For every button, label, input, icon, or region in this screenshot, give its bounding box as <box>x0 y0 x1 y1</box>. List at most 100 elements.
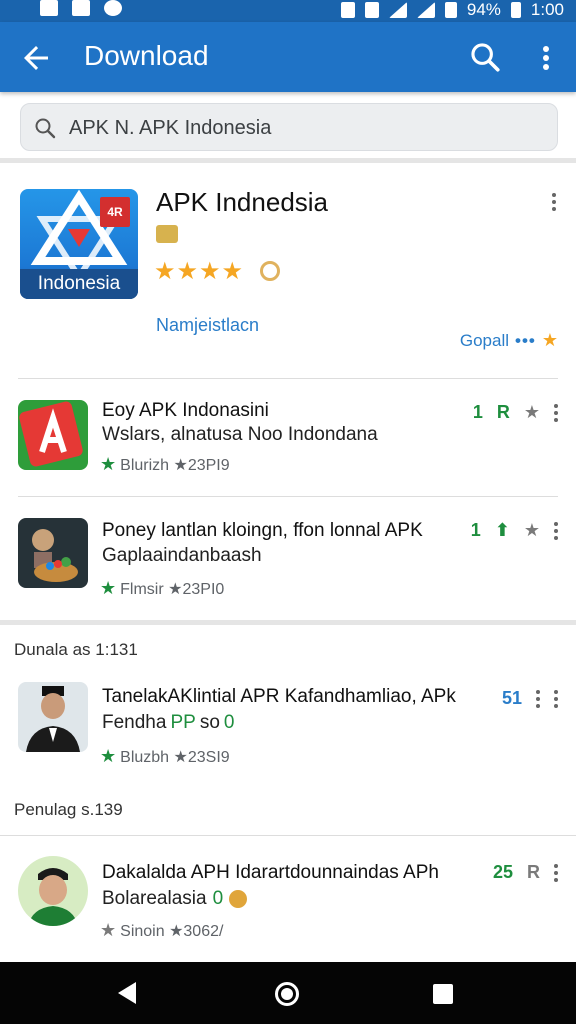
list-item-title: Eoy APK Indonasini <box>102 400 269 421</box>
more-vert-icon <box>543 46 549 70</box>
sync-notification-icon <box>104 0 122 16</box>
divider <box>0 620 576 625</box>
list-item-meta-text: Blurizh ★23PI9 <box>120 456 230 474</box>
red-a-logo-icon <box>19 401 83 467</box>
search-icon <box>35 118 56 139</box>
list-item-title: TanelakAKlintial APR Kafandhamliao, APk <box>102 686 456 707</box>
app-bar: Download <box>0 22 576 92</box>
wifi-icon <box>388 2 407 18</box>
overflow-menu-button[interactable] <box>532 40 560 76</box>
game-character-icon <box>32 529 78 582</box>
clock: 1:00 <box>530 0 564 19</box>
more-vert-icon[interactable] <box>554 689 558 708</box>
person-avatar-icon <box>28 868 78 926</box>
home-notification-icon <box>40 0 58 16</box>
app-icon <box>18 682 88 752</box>
divider <box>18 378 558 379</box>
list-item-actions: 25 R <box>493 862 558 883</box>
divider <box>18 496 558 497</box>
subtitle-chip: 0 <box>212 888 224 909</box>
list-item[interactable]: Eoy APK Indonasini Wslars, alnatusa Noo … <box>0 390 576 490</box>
more-vert-icon[interactable] <box>554 403 558 422</box>
person-avatar-icon <box>26 686 80 752</box>
subtitle-tail: so <box>199 712 220 733</box>
featured-icon-badge: 4R <box>100 197 130 227</box>
list-item[interactable]: Poney lantlan kloingn, ffon lonnal APK G… <box>0 508 576 608</box>
list-item-subtitle: Wslars, alnatusa Noo Indondana <box>102 424 378 445</box>
app-icon <box>18 856 88 926</box>
battery-icon <box>510 2 521 18</box>
nav-home-icon[interactable] <box>275 982 299 1006</box>
star-icon: ★ <box>100 578 117 598</box>
list-item-actions: 51 <box>502 688 558 709</box>
list-item-title: Poney lantlan kloingn, ffon lonnal APK <box>102 520 423 541</box>
star-icon: ★ <box>100 746 117 766</box>
up-arrow-icon: ⬆ <box>494 520 510 540</box>
list-item-meta: ★ Flmsir ★23PI0 <box>100 578 224 599</box>
featured-install-link[interactable]: Gopall ••• ★ <box>460 330 558 351</box>
list-item-subtitle: Gaplaaindanbaash <box>102 545 262 566</box>
pin-icon[interactable]: ★ <box>524 520 540 541</box>
divider <box>0 835 576 836</box>
featured-more-icon[interactable] <box>552 193 556 211</box>
section-header: Dunala as 1:131 <box>14 640 138 659</box>
featured-developer[interactable]: Namjeistlacn <box>156 315 259 336</box>
list-item-mark: R <box>496 402 510 422</box>
list-item[interactable]: Dakalalda APH Idarartdounnaindas APh Bol… <box>0 846 576 946</box>
search-icon <box>471 43 500 72</box>
more-vert-icon[interactable] <box>554 521 558 540</box>
list-item-number: 51 <box>501 688 522 708</box>
more-vert-icon[interactable] <box>554 863 558 882</box>
page-title: Download <box>84 40 209 71</box>
subtitle-chip: 0 <box>223 712 235 733</box>
subtitle-text: Fendha <box>102 712 167 733</box>
app-icon <box>18 400 88 470</box>
list-item-number: 1 <box>472 402 483 422</box>
nav-recents-icon[interactable] <box>433 984 453 1004</box>
list-item-subtitle: Bolarealasia 0 <box>102 888 248 910</box>
battery-percent: 94% <box>466 0 501 19</box>
subtitle-text: Bolarealasia <box>102 888 207 909</box>
badge-icon <box>229 890 248 908</box>
pin-icon[interactable]: ★ <box>524 402 540 423</box>
rating-badge-icon <box>260 261 280 281</box>
list-item-meta-text: Sinoin ★3062/ <box>120 922 224 940</box>
star-icon: ★ <box>100 920 117 940</box>
search-button[interactable] <box>468 40 504 76</box>
mute-icon <box>340 2 355 18</box>
list-item-meta-text: Flmsir ★23PI0 <box>120 580 225 598</box>
section-header: Penulag s.139 <box>14 800 123 819</box>
list-item-number: 25 <box>492 862 513 882</box>
arrow-back-icon <box>24 46 48 70</box>
list-item-meta-text: Bluzbh ★23SI9 <box>120 748 230 766</box>
status-system: 94% 1:00 <box>340 0 564 20</box>
signal-icon <box>416 2 435 18</box>
doc-notification-icon <box>72 0 90 16</box>
list-item-actions: 1 R ★ <box>473 402 558 423</box>
status-bar: 94% 1:00 <box>0 0 576 22</box>
list-item-actions: 1 ⬆ ★ <box>471 520 558 541</box>
list-item-subtitle: Fendha PP so 0 <box>102 712 234 734</box>
app-icon <box>18 518 88 588</box>
list-item-meta: ★ Sinoin ★3062/ <box>100 920 223 941</box>
status-notifications <box>40 0 122 16</box>
featured-app-icon[interactable]: 4R Indonesia <box>20 189 138 299</box>
nav-back-icon[interactable] <box>118 982 136 1004</box>
list-item-mark: R <box>527 862 540 882</box>
subtitle-chip: PP <box>170 712 196 733</box>
editor-choice-icon <box>156 225 178 243</box>
search-bar[interactable] <box>20 103 558 151</box>
vibrate-icon <box>364 2 379 18</box>
more-vert-icon[interactable] <box>536 689 540 708</box>
featured-app-card[interactable]: 4R Indonesia APK Indnedsia ★★★★ Namjeist… <box>0 165 576 377</box>
search-input[interactable] <box>69 113 539 143</box>
list-item-title: Dakalalda APH Idarartdounnaindas APh <box>102 862 439 883</box>
sim-icon <box>444 2 457 18</box>
system-nav-bar <box>0 962 576 1024</box>
list-item-meta: ★ Blurizh ★23PI9 <box>100 454 230 475</box>
list-item-number: 1 <box>470 520 481 540</box>
featured-icon-label: Indonesia <box>20 269 138 299</box>
star-icon: ★ <box>100 454 117 474</box>
back-button[interactable] <box>18 40 54 76</box>
list-item[interactable]: TanelakAKlintial APR Kafandhamliao, APk … <box>0 676 576 776</box>
